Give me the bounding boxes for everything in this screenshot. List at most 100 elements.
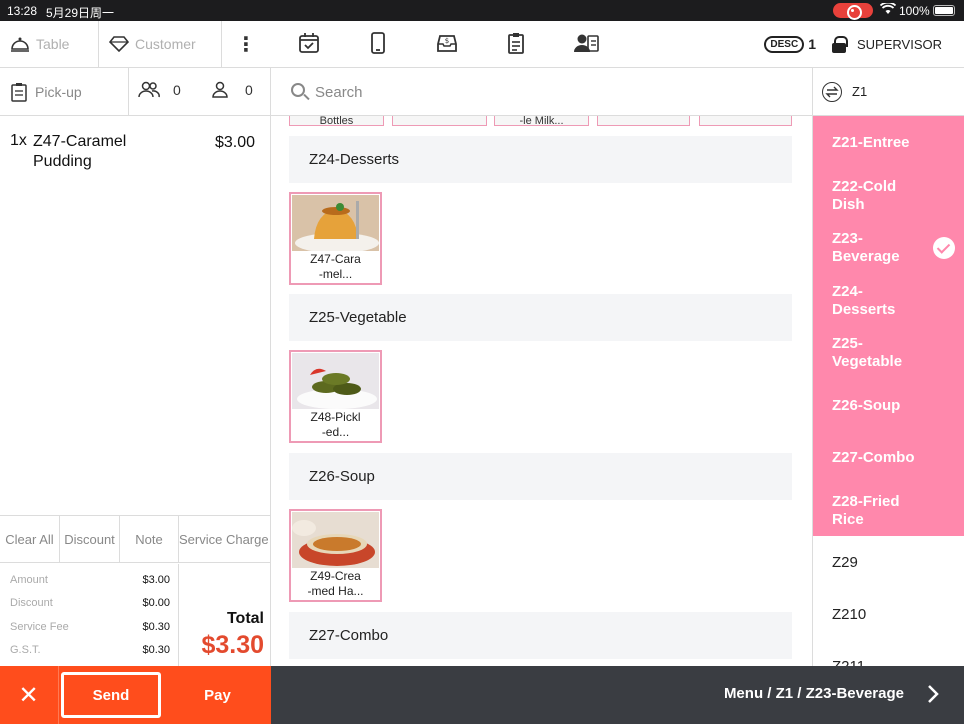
total-label: Total bbox=[226, 610, 264, 627]
toolbar-right: DESC 1 SUPERVISOR bbox=[764, 21, 942, 67]
guest-count-value: 0 bbox=[173, 82, 181, 98]
swap-icon bbox=[822, 81, 842, 102]
category-panel: Z1 Z21-Entree Z22-Cold Dish Z23-Beverage… bbox=[812, 68, 964, 666]
service-charge-button[interactable]: Service Charge bbox=[179, 516, 270, 563]
section-header-combo: Z27-Combo bbox=[289, 612, 792, 659]
product-card-pickled[interactable]: Z48-Pickl -ed... bbox=[289, 350, 382, 443]
product-card-creamed-soup[interactable]: Z49-Crea -med Ha... bbox=[289, 509, 382, 602]
search-input[interactable] bbox=[315, 80, 775, 104]
category-item[interactable]: Z28-Fried Rice bbox=[813, 493, 913, 529]
order-item-name: Z47-Caramel Pudding bbox=[33, 133, 127, 170]
gst-value: $0.30 bbox=[142, 644, 170, 656]
note-button[interactable]: Note bbox=[120, 516, 179, 563]
section-header-vegetable: Z25-Vegetable bbox=[289, 294, 792, 341]
total-value: $3.30 bbox=[201, 631, 264, 659]
wifi-icon bbox=[879, 1, 897, 18]
order-totals: Amount $3.00 Discount $0.00 Service Fee … bbox=[0, 564, 270, 666]
screen-record-icon bbox=[833, 3, 873, 20]
product-card-partial[interactable] bbox=[699, 116, 792, 126]
toolbar-icons: $ bbox=[297, 31, 642, 57]
category-item-selected[interactable]: Z23-Beverage bbox=[813, 230, 903, 266]
service-fee-value: $0.30 bbox=[142, 621, 170, 633]
cash-drawer-icon[interactable]: $ bbox=[435, 31, 461, 57]
discount-button[interactable]: Discount bbox=[60, 516, 120, 563]
category-item[interactable]: Z22-Cold Dish bbox=[813, 178, 923, 214]
person-count-value: 0 bbox=[245, 82, 253, 98]
order-type-label: Pick-up bbox=[35, 83, 82, 100]
battery-percent: 100% bbox=[899, 4, 930, 18]
customer-label: Customer bbox=[135, 36, 196, 52]
category-item[interactable]: Z21-Entree bbox=[813, 134, 964, 152]
chevron-right-icon[interactable] bbox=[926, 683, 940, 705]
clear-all-button[interactable]: Clear All bbox=[0, 516, 60, 563]
desc-count: 1 bbox=[808, 36, 816, 52]
product-name: Z47-Cara -mel... bbox=[310, 252, 361, 281]
pay-button[interactable]: Pay bbox=[165, 666, 270, 724]
breadcrumb-bar: Menu / Z1 / Z23-Beverage bbox=[271, 666, 964, 724]
product-image bbox=[292, 195, 379, 251]
status-bar: 13:28 5月29日周一 100% bbox=[0, 0, 964, 21]
category-item[interactable]: Z24-Desserts bbox=[813, 283, 903, 319]
table-button[interactable]: Table bbox=[0, 21, 99, 67]
amount-label: Amount bbox=[10, 574, 48, 586]
diamond-icon bbox=[109, 36, 129, 52]
section-header-soup: Z26-Soup bbox=[289, 453, 792, 500]
gst-row: G.S.T. $0.30 bbox=[10, 644, 170, 656]
product-card-partial[interactable] bbox=[392, 116, 487, 126]
totals-breakdown: Amount $3.00 Discount $0.00 Service Fee … bbox=[0, 564, 179, 666]
product-card-partial[interactable] bbox=[597, 116, 690, 126]
group-icon bbox=[138, 81, 160, 98]
discount-row: Discount $0.00 bbox=[10, 597, 170, 609]
product-image bbox=[292, 353, 379, 409]
person-count[interactable]: 0 bbox=[212, 81, 253, 99]
status-time: 13:28 bbox=[7, 4, 38, 18]
divider bbox=[58, 666, 59, 724]
cancel-order-icon[interactable]: ✕ bbox=[0, 666, 57, 724]
section-header-desserts: Z24-Desserts bbox=[289, 136, 792, 183]
order-actions: Clear All Discount Note Service Charge bbox=[0, 515, 270, 563]
phone-icon[interactable] bbox=[366, 31, 392, 57]
send-button[interactable]: Send bbox=[61, 672, 161, 718]
top-toolbar: Table Customer ⋮ $ DESC 1 SUPERVISOR bbox=[0, 21, 964, 68]
more-options-icon[interactable]: ⋮ bbox=[222, 21, 270, 67]
category-item[interactable]: Z27-Combo bbox=[813, 449, 964, 467]
customer-button[interactable]: Customer bbox=[99, 21, 222, 67]
discount-label: Discount bbox=[10, 597, 53, 609]
lock-icon bbox=[831, 35, 848, 53]
category-item[interactable]: Z211 bbox=[813, 658, 964, 666]
service-fee-row: Service Fee $0.30 bbox=[10, 621, 170, 633]
search-icon bbox=[291, 83, 305, 97]
amount-value: $3.00 bbox=[142, 574, 170, 586]
breadcrumb: Menu / Z1 / Z23-Beverage bbox=[723, 685, 904, 702]
order-panel: Pick-up 0 0 1x Z47-Caramel Pudding $3.00… bbox=[0, 68, 271, 666]
zone-switcher[interactable]: Z1 bbox=[813, 68, 964, 116]
checkout-bar: ✕ Send Pay bbox=[0, 666, 271, 724]
discount-value: $0.00 bbox=[142, 597, 170, 609]
role-label[interactable]: SUPERVISOR bbox=[857, 37, 942, 52]
category-item[interactable]: Z25-Vegetable bbox=[813, 335, 913, 371]
table-bell-icon bbox=[11, 37, 29, 52]
category-item[interactable]: Z210 bbox=[813, 606, 964, 624]
calendar-check-icon[interactable] bbox=[297, 31, 323, 57]
category-item[interactable]: Z26-Soup bbox=[813, 397, 964, 415]
service-fee-label: Service Fee bbox=[10, 621, 69, 633]
order-header: Pick-up 0 0 bbox=[0, 68, 270, 116]
gst-label: G.S.T. bbox=[10, 644, 41, 656]
table-label: Table bbox=[36, 36, 70, 52]
grand-total: Total $3.30 bbox=[180, 564, 270, 666]
category-item[interactable]: Z29 bbox=[813, 554, 964, 572]
person-icon bbox=[212, 81, 228, 98]
svg-text:$: $ bbox=[445, 37, 449, 45]
guest-count[interactable]: 0 bbox=[138, 81, 193, 99]
product-card-caramel-pudding[interactable]: Z47-Cara -mel... bbox=[289, 192, 382, 285]
battery-icon bbox=[933, 5, 955, 16]
product-name: Z48-Pickl -ed... bbox=[310, 410, 361, 439]
zone-label: Z1 bbox=[852, 84, 868, 99]
staff-card-icon[interactable] bbox=[573, 31, 599, 57]
product-card-partial[interactable]: -le Milk... bbox=[494, 116, 589, 126]
product-card-partial[interactable]: Bottles bbox=[289, 116, 384, 126]
amount-row: Amount $3.00 bbox=[10, 574, 170, 586]
clipboard-icon[interactable] bbox=[504, 31, 530, 57]
desc-badge[interactable]: DESC bbox=[764, 35, 805, 53]
order-type-button[interactable]: Pick-up bbox=[0, 68, 129, 115]
